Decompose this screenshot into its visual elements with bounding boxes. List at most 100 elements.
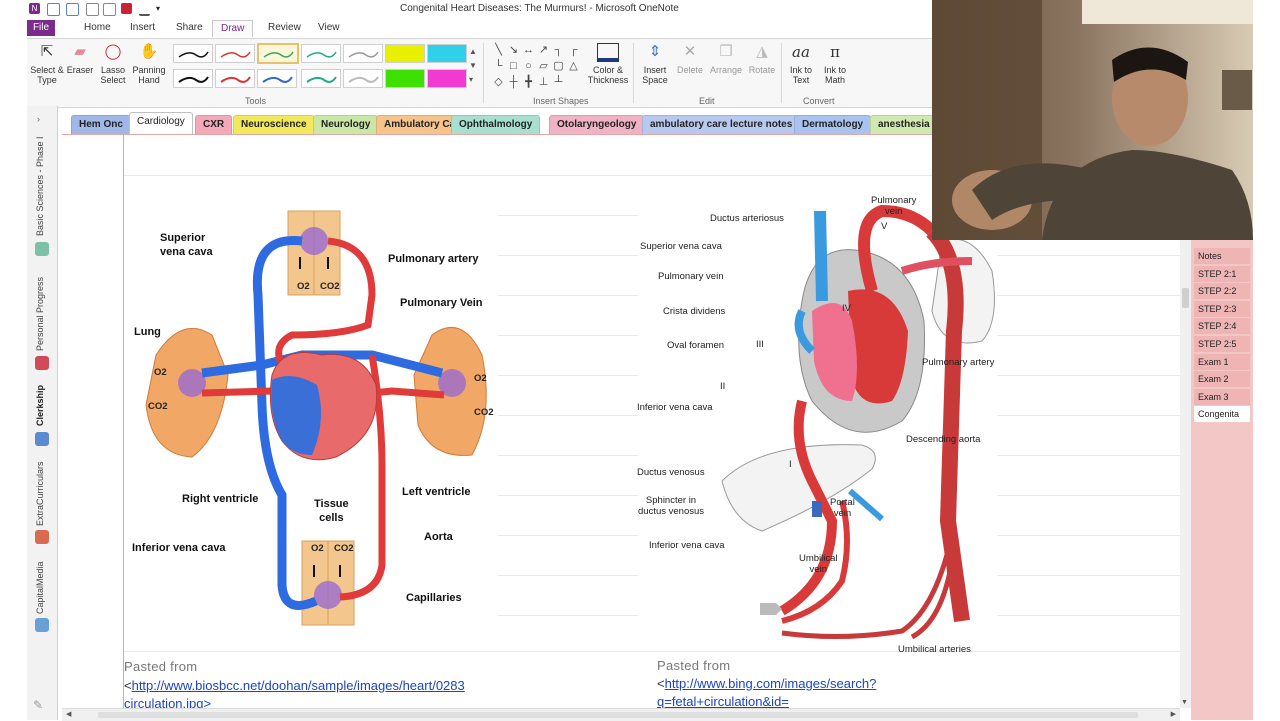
arrow2-shape-icon[interactable]: ↗ [538,45,549,56]
fetal-circulation-diagram [721,204,995,640]
highlighter-green[interactable] [385,69,425,88]
hscroll-thumb[interactable] [98,712,1138,718]
diamond-shape-icon[interactable]: ◇ [493,77,504,88]
customize-qat-icon[interactable]: ▾ [156,3,167,14]
ink-to-math-button[interactable]: π Ink to Math [819,41,851,86]
delete-button[interactable]: ✕ Delete [673,41,707,75]
pen-black-1[interactable] [173,44,213,63]
link-right-1-text[interactable]: http://www.bing.com/images/search? [665,676,877,691]
page-item-step-2-4[interactable]: STEP 2:4 [1194,318,1250,335]
rectangle-shape-icon[interactable]: □ [508,61,519,72]
unfiled-notes-icon[interactable]: ✎ [33,698,43,712]
page-item-congenita[interactable]: Congenita [1194,406,1250,423]
highlighter-magenta[interactable] [427,69,467,88]
pen-green-2[interactable] [301,69,341,88]
undo-icon[interactable] [66,3,79,16]
square-shape-icon[interactable]: ▢ [553,61,564,72]
tab-draw[interactable]: Draw [212,20,254,37]
notebook-personal-progress[interactable]: Personal Progress [35,277,45,351]
tab-view[interactable]: View [310,20,348,36]
page-item-step-2-3[interactable]: STEP 2:3 [1194,300,1250,317]
double-arrow-shape-icon[interactable]: ↔ [523,45,534,56]
axis2-shape-icon[interactable]: ┌ [568,45,579,56]
link-left-1-text[interactable]: http://www.biosbcc.net/doohan/sample/ima… [132,678,465,693]
section-tab-neurology[interactable]: Neurology [313,115,379,134]
link-right-2-text[interactable]: q=fetal+circulation&id= [657,694,789,709]
parallelogram-shape-icon[interactable]: ▱ [538,61,549,72]
panning-hand-button[interactable]: ✋ Panning Hand [129,41,169,85]
scroll-right-icon[interactable]: ▶ [1171,710,1176,718]
axis3-shape-icon[interactable]: ┼ [508,77,519,88]
pen-black-2[interactable] [173,69,213,88]
insert-space-button[interactable]: ⇕ Insert Space [637,41,673,85]
page-item-step-2-5[interactable]: STEP 2:5 [1194,336,1250,352]
tab-review[interactable]: Review [260,20,309,36]
color-thickness-button[interactable]: Color & Thickness [585,41,631,85]
rotate-button[interactable]: ◮ Rotate [745,41,779,75]
pen-selected[interactable] [257,43,299,64]
page-item-exam-2[interactable]: Exam 2 [1194,371,1250,388]
horizontal-scrollbar[interactable]: ◀ ▶ [62,708,1180,721]
vertical-scrollbar[interactable]: ▼ [1180,240,1191,708]
lasso-select-button[interactable]: ◯ Lasso Select [97,41,129,85]
pen-gallery-scroll[interactable]: ▲ ▼ ▾ [469,45,477,87]
axis4-shape-icon[interactable]: ╋ [523,77,534,88]
graph-shape-icon[interactable]: ⊥ [538,77,549,88]
section-tab-otolaryngeology[interactable]: Otolaryngeology [549,115,645,134]
tab-home[interactable]: Home [76,20,119,36]
tab-file[interactable]: File [27,20,55,36]
fullpage-icon[interactable] [103,3,116,16]
pen-green-1[interactable] [301,44,341,63]
highlighter-yellow-1[interactable] [385,44,425,63]
section-tab-ambulatory-care-lecture-notes[interactable]: ambulatory care lecture notes [642,115,801,134]
source-link-left-1[interactable]: <http://www.biosbcc.net/doohan/sample/im… [124,678,465,693]
tab-insert[interactable]: Insert [122,20,163,36]
page-item-notes[interactable]: Notes [1194,248,1250,264]
source-link-right-2[interactable]: q=fetal+circulation&id= [657,694,789,709]
back-icon[interactable] [47,3,60,16]
pen-red-2[interactable] [215,69,255,88]
pen-color-icon[interactable] [139,3,150,16]
arrow-shape-icon[interactable]: ↘ [508,45,519,56]
select-type-button[interactable]: ⇱ Select & Type [29,41,65,85]
notebook-clerkship[interactable]: Clerkship [35,385,45,426]
page-item-step-2-2[interactable]: STEP 2:2 [1194,283,1250,300]
lasso-icon: ◯ [104,43,122,60]
tab-share[interactable]: Share [168,20,211,36]
scroll-left-icon[interactable]: ◀ [66,710,71,718]
pen-gray-1[interactable] [343,44,383,63]
page-item-exam-1[interactable]: Exam 1 [1194,353,1250,370]
corner-shape-icon[interactable]: └ [493,61,504,72]
section-tab-ophthalmology[interactable]: Ophthalmology [451,115,541,134]
arrange-button[interactable]: ❐ Arrange [707,41,745,75]
pen-blue-2[interactable] [257,69,297,88]
page-item-exam-3[interactable]: Exam 3 [1194,388,1250,405]
notebook-basic-sciences[interactable]: Basic Sciences - Phase I [35,136,45,236]
window-title: Congenital Heart Diseases: The Murmurs! … [400,3,679,14]
pen-gray-2[interactable] [343,69,383,88]
line-shape-icon[interactable]: ╲ [493,45,504,56]
highlighter-cyan-1[interactable] [427,44,467,63]
expand-navigation-icon[interactable]: › [37,114,40,124]
dock-icon[interactable] [86,3,99,16]
circle-shape-icon[interactable]: ○ [523,61,534,72]
axis-shape-icon[interactable]: ┐ [553,45,564,56]
pen-icon[interactable] [121,3,132,14]
scroll-thumb[interactable] [1182,288,1189,308]
section-tab-hem-onc[interactable]: Hem Onc [71,115,131,134]
axis5-shape-icon[interactable]: ┴ [553,77,564,88]
section-tab-neuroscience[interactable]: Neuroscience [233,115,315,134]
section-tab-cxr[interactable]: CXR [195,115,233,134]
source-link-right-1[interactable]: <http://www.bing.com/images/search? [657,676,876,691]
notebook-capitalmedia[interactable]: CapitalMedia [35,561,45,614]
section-tab-cardiology[interactable]: Cardiology [129,112,193,134]
section-tab-anesthesia[interactable]: anesthesia [870,115,938,134]
section-tab-dermatology[interactable]: Dermatology [794,115,872,134]
scroll-down-icon[interactable]: ▼ [1181,699,1188,706]
triangle-shape-icon[interactable]: △ [568,61,579,72]
ink-to-text-button[interactable]: aa Ink to Text [785,41,817,86]
notebook-extracurriculars[interactable]: ExtraCurriculars [35,461,45,526]
eraser-button[interactable]: ▰ Eraser [65,41,95,75]
page-item-step-2-1[interactable]: STEP 2:1 [1194,265,1250,282]
pen-red-1[interactable] [215,44,255,63]
